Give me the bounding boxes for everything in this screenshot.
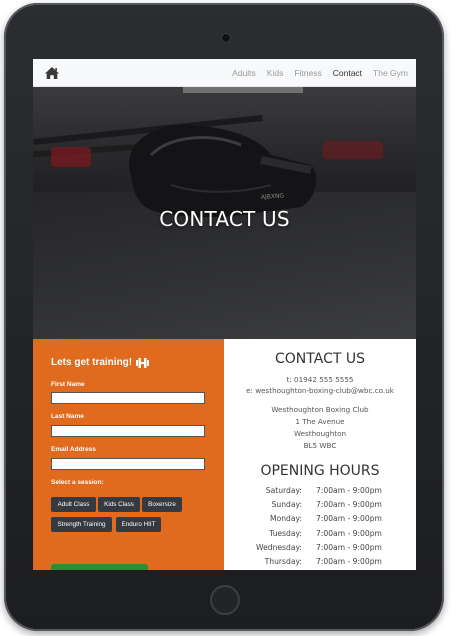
address-line: BL5 WBC <box>303 441 337 450</box>
address-line: Westhoughton Boxing Club <box>271 405 369 414</box>
hours-day: Tuesday: <box>269 529 302 538</box>
home-button[interactable] <box>210 585 240 615</box>
form-heading: Lets get training! <box>51 357 150 368</box>
nav-link-contact[interactable]: Contact <box>333 68 362 78</box>
dumbbell-icon <box>136 357 150 368</box>
session-button-boxersize[interactable]: Boxersize <box>142 497 182 512</box>
hours-day: Saturday: <box>265 486 302 495</box>
session-label: Select a session: <box>51 479 104 486</box>
hours-time: 7:00am - 9:00pm <box>316 557 382 566</box>
training-form: Lets get training! First Name Last Name … <box>33 339 224 570</box>
hours-time: 7:00am - 9:00pm <box>316 486 382 495</box>
camera-icon <box>222 34 230 42</box>
hours-time: 7:00am - 9:00pm <box>316 514 382 523</box>
submit-button[interactable] <box>51 564 148 570</box>
contact-phone[interactable]: t: 01942 555 5555 <box>224 375 416 384</box>
session-button-adult-class[interactable]: Adult Class <box>51 497 96 512</box>
hours-day: Monday: <box>270 514 302 523</box>
hero-banner: AJBXNG CONTACT US <box>33 87 416 339</box>
last-name-label: Last Name <box>51 413 84 420</box>
home-icon[interactable] <box>44 66 60 80</box>
hours-title: OPENING HOURS <box>260 463 380 479</box>
address-line: 1 The Avenue <box>295 417 345 426</box>
session-button-strength-training[interactable]: Strength Training <box>51 517 112 532</box>
form-heading-text: Lets get training! <box>51 357 133 368</box>
red-bag <box>323 141 383 159</box>
ceiling-light <box>183 87 303 93</box>
browser-viewport: Adults Kids Fitness Contact The Gym AJBX… <box>33 59 416 570</box>
nav-link-kids[interactable]: Kids <box>267 68 284 78</box>
hero-title: CONTACT US <box>159 207 290 231</box>
hours-time: 7:00am - 9:00pm <box>316 529 382 538</box>
first-name-input[interactable] <box>51 392 205 404</box>
hours-day: Sunday: <box>271 500 302 509</box>
session-button-enduro-hiit[interactable]: Enduro HIIT <box>116 517 161 532</box>
navbar: Adults Kids Fitness Contact The Gym <box>33 59 416 87</box>
nav-links: Adults Kids Fitness Contact The Gym <box>232 59 408 87</box>
hours-day: Wednesday: <box>256 543 302 552</box>
hours-day: Thursday: <box>264 557 302 566</box>
nav-link-adults[interactable]: Adults <box>232 68 256 78</box>
contact-title: CONTACT US <box>275 351 365 367</box>
email-label: Email Address <box>51 446 96 453</box>
nav-link-fitness[interactable]: Fitness <box>294 68 321 78</box>
email-input[interactable] <box>51 458 205 470</box>
hours-time: 7:00am - 9:00pm <box>316 500 382 509</box>
contact-email[interactable]: e: westhoughton-boxing-club@wbc.co.uk <box>224 386 416 395</box>
last-name-input[interactable] <box>51 425 205 437</box>
hours-time: 7:00am - 9:00pm <box>316 543 382 552</box>
red-bag <box>51 147 91 167</box>
contact-info: CONTACT US t: 01942 555 5555 e: westhoug… <box>224 339 416 570</box>
first-name-label: First Name <box>51 381 85 388</box>
address-line: Westhoughton <box>293 429 347 438</box>
nav-link-the-gym[interactable]: The Gym <box>373 68 408 78</box>
session-button-kids-class[interactable]: Kids Class <box>98 497 140 512</box>
